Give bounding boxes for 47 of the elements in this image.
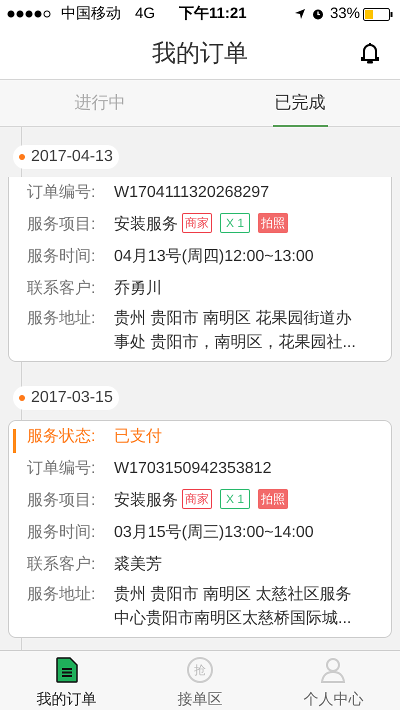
alarm-icon xyxy=(312,8,324,20)
field-label: 服务时间: xyxy=(27,522,96,543)
clock-time: 下午11:21 xyxy=(179,4,247,24)
field-value: 已支付 xyxy=(114,426,162,447)
nav-tab[interactable]: 个人中心 xyxy=(266,651,400,710)
grab-badge-icon: 抢 xyxy=(186,657,213,683)
field-value: 03月15号(周三)13:00~14:00 xyxy=(114,523,314,543)
battery-icon xyxy=(363,8,393,20)
order-card[interactable]: 订单编号: W1704111320268297 服务项目: 安装服务 商家 X 1 拍照 服务时间: 04月13号(周四)12:00~13:00 联系客户: 乔勇川 服务地址: 贵州 贵阳市 南明区 花果园街道办事处 贵阳市，南明区，花果园社... xyxy=(8,177,392,362)
field-value: 贵州 贵阳市 南明区 花果园街道办事处 贵阳市，南明区，花果园社... xyxy=(114,308,357,353)
field-label: 服务项目: xyxy=(27,215,96,235)
field-value: 安装服务 xyxy=(114,490,178,511)
location-icon xyxy=(294,8,306,20)
tag: X 1 xyxy=(220,213,250,233)
network-type: 4G xyxy=(135,4,156,24)
order-date: 2017-04-13 xyxy=(31,147,113,167)
nav-tab[interactable]: 抢 接单区 xyxy=(133,651,267,710)
notification-bell-icon[interactable] xyxy=(360,42,380,64)
document-icon xyxy=(56,657,78,683)
page-title: 我的订单 xyxy=(152,38,248,68)
field-label: 联系客户: xyxy=(27,554,96,575)
tag: 商家 xyxy=(182,213,212,233)
field-label: 联系客户: xyxy=(27,278,96,299)
field-label: 服务项目: xyxy=(27,491,96,511)
tag: 拍照 xyxy=(258,489,288,509)
tag: 拍照 xyxy=(258,213,288,233)
field-value: W1704111320268297 xyxy=(114,183,270,203)
field-label: 服务地址: xyxy=(27,308,96,329)
order-date: 2017-03-15 xyxy=(31,388,113,408)
order-card[interactable]: 服务状态: 已支付 订单编号: W1703150942353812 服务项目: 安装服务 商家 X 1 拍照 服务时间: 03月15号(周三)13:00~14:00 联系客户: 裘美芳 服务地址: 贵州 贵阳市 南明区 太慈社区服务中心贵阳市南明区太慈桥国际城... xyxy=(8,420,392,638)
field-value: 04月13号(周四)12:00~13:00 xyxy=(114,247,314,267)
field-label: 订单编号: xyxy=(27,458,96,479)
field-value: W1703150942353812 xyxy=(114,459,272,479)
nav-tab[interactable]: 我的订单 xyxy=(0,651,134,710)
field-label: 服务状态: xyxy=(27,426,96,447)
carrier-name: 中国移动 xyxy=(61,4,121,24)
field-label: 服务地址: xyxy=(27,584,96,605)
field-value: 贵州 贵阳市 南明区 太慈社区服务中心贵阳市南明区太慈桥国际城... xyxy=(114,584,352,629)
battery-percent: 33% xyxy=(330,4,360,24)
field-value: 乔勇川 xyxy=(114,278,162,299)
field-value: 安装服务 xyxy=(114,214,178,235)
field-label: 服务时间: xyxy=(27,246,96,267)
field-value: 裘美芳 xyxy=(114,554,162,575)
tag: X 1 xyxy=(220,489,250,509)
tag: 商家 xyxy=(182,489,212,509)
person-icon xyxy=(320,657,346,683)
field-label: 订单编号: xyxy=(27,182,96,203)
